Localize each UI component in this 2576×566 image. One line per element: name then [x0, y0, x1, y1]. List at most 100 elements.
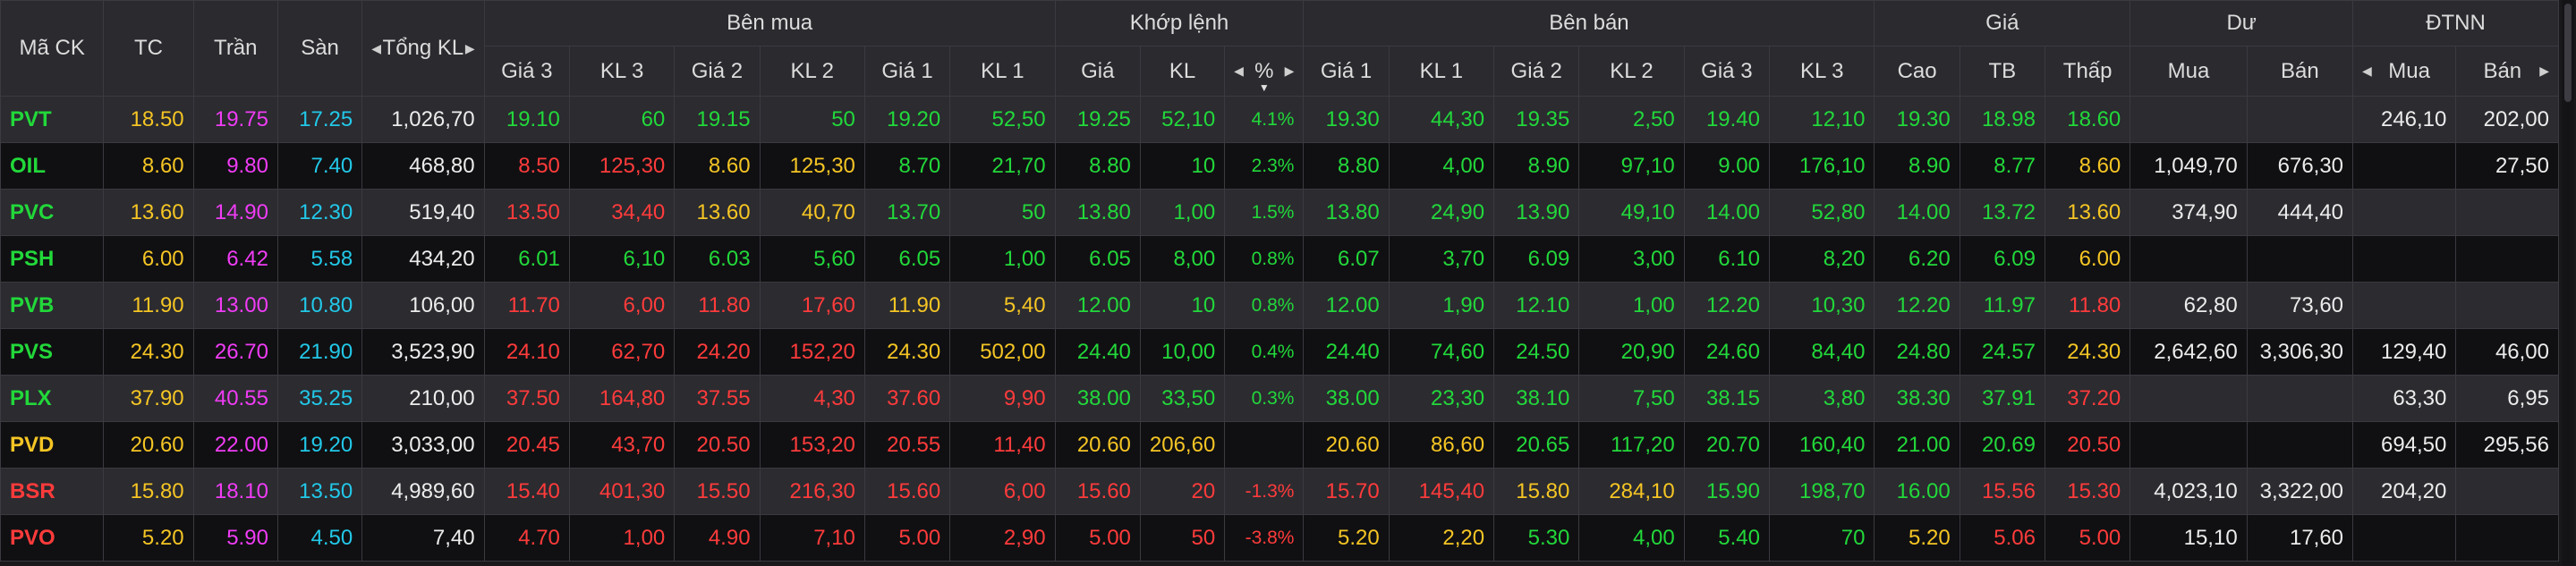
foreign-sell: 202,00	[2455, 96, 2559, 143]
match-price: 8.80	[1054, 142, 1141, 190]
vertical-scrollbar[interactable]	[2562, 0, 2574, 566]
header-sell-kl3[interactable]: KL 3	[1768, 46, 1875, 97]
header-buy-kl3[interactable]: KL 3	[568, 46, 676, 97]
remaining-buy: 4,023,10	[2130, 468, 2248, 515]
table-row[interactable]: PVD 20.60 22.00 19.20 3,033,00 20.45 43,70 20.5…	[0, 421, 2559, 469]
header-match-pct-label: %	[1254, 58, 1274, 83]
symbol[interactable]: PVC	[0, 189, 105, 236]
header-dtnn-mua[interactable]: ◀ Mua	[2352, 46, 2457, 97]
total-volume: 210,00	[361, 375, 485, 422]
buy-volume-2: 4,30	[759, 375, 865, 422]
header-sell-gia2[interactable]: Giá 2	[1493, 46, 1580, 97]
buy-volume-2: 17,60	[759, 282, 865, 329]
buy-volume-3: 164,80	[568, 375, 676, 422]
symbol[interactable]: PVT	[0, 96, 105, 143]
header-cao[interactable]: Cao	[1874, 46, 1960, 97]
header-san[interactable]: Sàn	[276, 0, 363, 97]
header-thap[interactable]: Thấp	[2044, 46, 2131, 97]
high-price: 5.20	[1874, 514, 1960, 562]
header-sell-gia1[interactable]: Giá 1	[1303, 46, 1390, 97]
symbol[interactable]: PSH	[0, 235, 105, 283]
symbol[interactable]: PVB	[0, 282, 105, 329]
header-buy-gia2[interactable]: Giá 2	[674, 46, 761, 97]
table-row[interactable]: PLX 37.90 40.55 35.25 210,00 37.50 164,80 37.55…	[0, 375, 2559, 422]
header-sell-kl1[interactable]: KL 1	[1388, 46, 1495, 97]
sell-volume-2: 49,10	[1578, 189, 1685, 236]
header-ma-ck[interactable]: Mã CK	[0, 0, 105, 97]
sell-price-3: 20.70	[1683, 421, 1771, 469]
match-volume: 52,10	[1139, 96, 1226, 143]
sell-price-2: 20.65	[1493, 421, 1580, 469]
sell-price-1: 24.40	[1303, 328, 1390, 376]
header-match-gia[interactable]: Giá	[1054, 46, 1141, 97]
sell-volume-1: 3,70	[1388, 235, 1495, 283]
header-du-mua[interactable]: Mua	[2130, 46, 2248, 97]
header-tc[interactable]: TC	[103, 0, 194, 97]
header-dtnn-ban[interactable]: Bán ▶	[2455, 46, 2559, 97]
table-row[interactable]: PVS 24.30 26.70 21.90 3,523,90 24.10 62,70 24.2…	[0, 328, 2559, 376]
high-price: 24.80	[1874, 328, 1960, 376]
header-tran[interactable]: Trần	[192, 0, 278, 97]
total-volume: 3,523,90	[361, 328, 485, 376]
scroll-right-icon[interactable]: ▶	[465, 41, 475, 56]
avg-price: 5.06	[1959, 514, 2046, 562]
buy-volume-3: 43,70	[568, 421, 676, 469]
buy-price-3: 15.40	[483, 468, 570, 515]
table-row[interactable]: PVB 11.90 13.00 10.80 106,00 11.70 6,00 11.80 17…	[0, 282, 2559, 329]
symbol[interactable]: BSR	[0, 468, 105, 515]
foreign-buy: 129,40	[2352, 328, 2457, 376]
scrollbar-thumb[interactable]	[2564, 4, 2572, 102]
dtnn-left-icon[interactable]: ◀	[2362, 63, 2372, 79]
table-row[interactable]: PSH 6.00 6.42 5.58 434,20 6.01 6,10 6.03 5,60 6.0…	[0, 235, 2559, 283]
sell-price-1: 8.80	[1303, 142, 1390, 190]
buy-volume-3: 1,00	[568, 514, 676, 562]
header-buy-gia3[interactable]: Giá 3	[483, 46, 570, 97]
symbol[interactable]: PVD	[0, 421, 105, 469]
remaining-sell	[2246, 96, 2354, 143]
match-volume: 8,00	[1139, 235, 1226, 283]
ceiling-price: 19.75	[192, 96, 278, 143]
header-match-kl[interactable]: KL	[1139, 46, 1226, 97]
symbol[interactable]: OIL	[0, 142, 105, 190]
header-buy-kl1[interactable]: KL 1	[949, 46, 1056, 97]
header-sell-gia3[interactable]: Giá 3	[1683, 46, 1771, 97]
header-buy-kl2[interactable]: KL 2	[759, 46, 865, 97]
buy-price-2: 4.90	[674, 514, 761, 562]
table-row[interactable]: PVT 18.50 19.75 17.25 1,026,70 19.10 60 19.15 50…	[0, 96, 2559, 143]
table-row[interactable]: OIL 8.60 9.80 7.40 468,80 8.50 125,30 8.60 125,3…	[0, 142, 2559, 190]
symbol[interactable]: PVO	[0, 514, 105, 562]
sell-price-2: 6.09	[1493, 235, 1580, 283]
sell-volume-1: 2,20	[1388, 514, 1495, 562]
sell-volume-2: 284,10	[1578, 468, 1685, 515]
buy-price-2: 24.20	[674, 328, 761, 376]
symbol[interactable]: PLX	[0, 375, 105, 422]
header-buy-gia1[interactable]: Giá 1	[863, 46, 951, 97]
pct-left-icon[interactable]: ◀	[1234, 63, 1244, 79]
header-match-pct[interactable]: ◀ % ▶ ▼	[1224, 46, 1305, 97]
table-row[interactable]: PVO 5.20 5.90 4.50 7,40 4.70 1,00 4.90 7,10 5.00 2…	[0, 514, 2559, 562]
sell-volume-2: 4,00	[1578, 514, 1685, 562]
match-volume: 33,50	[1139, 375, 1226, 422]
match-price: 38.00	[1054, 375, 1141, 422]
sell-volume-2: 2,50	[1578, 96, 1685, 143]
table-row[interactable]: BSR 15.80 18.10 13.50 4,989,60 15.40 401,30 15.…	[0, 468, 2559, 515]
sell-volume-1: 74,60	[1388, 328, 1495, 376]
sort-desc-icon[interactable]: ▼	[1226, 81, 1303, 94]
header-du-ban[interactable]: Bán	[2246, 46, 2354, 97]
foreign-buy: 204,20	[2352, 468, 2457, 515]
match-price: 5.00	[1054, 514, 1141, 562]
pct-right-icon[interactable]: ▶	[1285, 63, 1295, 79]
header-tong-kl[interactable]: ◀ Tổng KL ▶	[361, 0, 485, 97]
remaining-buy: 2,642,60	[2130, 328, 2248, 376]
header-sell-kl2[interactable]: KL 2	[1578, 46, 1685, 97]
sell-volume-3: 12,10	[1768, 96, 1875, 143]
header-tb[interactable]: TB	[1959, 46, 2046, 97]
dtnn-right-icon[interactable]: ▶	[2539, 63, 2549, 79]
sell-volume-1: 23,30	[1388, 375, 1495, 422]
table-row[interactable]: PVC 13.60 14.90 12.30 519,40 13.50 34,40 13.60 4…	[0, 189, 2559, 236]
sell-price-3: 9.00	[1683, 142, 1771, 190]
scroll-left-icon[interactable]: ◀	[371, 41, 381, 56]
symbol[interactable]: PVS	[0, 328, 105, 376]
ceiling-price: 26.70	[192, 328, 278, 376]
sell-price-2: 24.50	[1493, 328, 1580, 376]
